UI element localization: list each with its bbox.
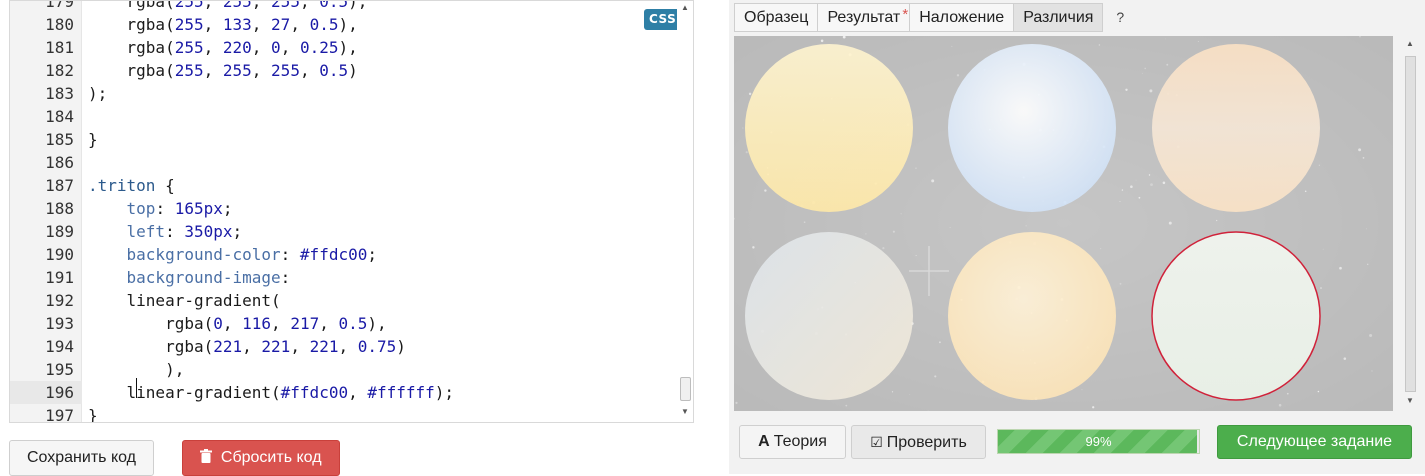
code-line[interactable]: 181 rgba(255, 220, 0, 0.25),: [10, 36, 693, 59]
code-text: .triton {: [88, 176, 175, 195]
code-line[interactable]: 183);: [10, 82, 693, 105]
line-number: 183: [45, 84, 74, 103]
theory-button[interactable]: A Теория: [739, 425, 846, 459]
code-text: background-image:: [126, 268, 291, 287]
preview-scroll-thumb[interactable]: [1405, 56, 1416, 392]
checkbox-icon: ☑: [870, 434, 883, 450]
line-number: 192: [45, 291, 74, 310]
scroll-down-icon[interactable]: ▼: [681, 407, 689, 416]
code-text: );: [88, 84, 108, 103]
code-text: left: 350px;: [126, 222, 243, 241]
code-text: rgba(255, 255, 255, 0.5),: [88, 0, 368, 11]
tab-differences[interactable]: Различия: [1013, 3, 1104, 32]
code-line[interactable]: 189 left: 350px;: [10, 220, 693, 243]
tab-result[interactable]: Результат *: [817, 3, 910, 32]
preview-scrollbar[interactable]: ▲ ▼: [1401, 36, 1419, 411]
code-line[interactable]: 193 rgba(0, 116, 217, 0.5),: [10, 312, 693, 335]
line-number: 181: [45, 38, 74, 57]
line-number: 193: [45, 314, 74, 333]
editor-scroll-thumb[interactable]: [680, 377, 691, 401]
progress-bar: 99%: [997, 429, 1200, 454]
code-line[interactable]: 186: [10, 151, 693, 174]
line-number: 194: [45, 337, 74, 356]
progress-label: 99%: [1085, 434, 1112, 449]
line-number: 189: [45, 222, 74, 241]
asterisk-icon: *: [902, 6, 909, 23]
reset-code-label: Сбросить код: [220, 449, 322, 466]
line-number: 191: [45, 268, 74, 287]
code-line[interactable]: 182 rgba(255, 255, 255, 0.5): [10, 59, 693, 82]
code-line[interactable]: 196 linear-gradient(#ffdc00, #ffffff);: [10, 381, 693, 404]
letter-a-icon: A: [758, 433, 770, 450]
line-number: 180: [45, 15, 74, 34]
code-line[interactable]: 194 rgba(221, 221, 221, 0.75): [10, 335, 693, 358]
line-number: 196: [45, 383, 74, 402]
code-line[interactable]: 179 rgba(255, 255, 255, 0.5),: [10, 0, 693, 13]
next-task-button[interactable]: Следующее задание: [1217, 425, 1412, 459]
code-text: }: [88, 130, 98, 149]
trash-icon: [200, 449, 216, 466]
code-text: linear-gradient(#ffdc00, #ffffff);: [88, 383, 455, 402]
code-line[interactable]: 190 background-color: #ffdc00;: [10, 243, 693, 266]
code-text: rgba(255, 255, 255, 0.5): [88, 61, 358, 80]
code-editor[interactable]: 179 rgba(255, 255, 255, 0.5), 180 rgba(25…: [9, 0, 694, 423]
scroll-down-icon[interactable]: ▼: [1406, 396, 1414, 405]
preview-panel: Образец Результат* Наложение Различия ?: [729, 0, 1425, 474]
code-text: }: [88, 406, 98, 423]
scroll-up-icon[interactable]: ▲: [1406, 39, 1414, 48]
scroll-up-icon[interactable]: ▲: [681, 3, 689, 12]
code-text: rgba(0, 116, 217, 0.5),: [88, 314, 387, 333]
code-text: top: 165px;: [126, 199, 233, 218]
save-code-label: Сохранить код: [26, 449, 136, 466]
line-number: 190: [45, 245, 74, 264]
code-line[interactable]: 184: [10, 105, 693, 128]
line-number: 179: [45, 0, 74, 11]
code-text: rgba(255, 133, 27, 0.5),: [88, 15, 358, 34]
save-code-button[interactable]: Сохранить код: [9, 440, 154, 476]
tab-overlay[interactable]: Наложение: [909, 3, 1014, 32]
css-language-badge: CSS: [644, 9, 682, 30]
line-number: 197: [45, 406, 74, 423]
text-cursor: [136, 378, 137, 398]
line-number: 195: [45, 360, 74, 379]
line-number: 187: [45, 176, 74, 195]
line-number: 184: [45, 107, 74, 126]
line-number: 188: [45, 199, 74, 218]
tab-sample[interactable]: Образец: [734, 3, 818, 32]
code-text: rgba(221, 221, 221, 0.75): [88, 337, 406, 356]
code-text: rgba(255, 220, 0, 0.25),: [88, 38, 358, 57]
code-line[interactable]: 187 .triton {: [10, 174, 693, 197]
code-line[interactable]: 195 ),: [10, 358, 693, 381]
code-line[interactable]: 192 linear-gradient(: [10, 289, 693, 312]
difference-preview: [734, 36, 1393, 411]
code-line[interactable]: 180 rgba(255, 133, 27, 0.5),: [10, 13, 693, 36]
code-text: background-color: #ffdc00;: [126, 245, 377, 264]
line-number: 185: [45, 130, 74, 149]
editor-scrollbar[interactable]: ▲ ▼: [677, 1, 693, 422]
code-text: linear-gradient(: [88, 291, 281, 310]
code-line[interactable]: 191 background-image:: [10, 266, 693, 289]
check-button[interactable]: ☑ Проверить: [851, 425, 986, 459]
line-number: 182: [45, 61, 74, 80]
planets-diff-image: [734, 36, 1393, 411]
view-tabs: Образец Результат * Наложение Различия ?: [734, 3, 1124, 32]
code-line[interactable]: 197}: [10, 404, 693, 423]
reset-code-button[interactable]: Сбросить код: [182, 440, 340, 476]
code-line[interactable]: 185}: [10, 128, 693, 151]
help-button[interactable]: ?: [1116, 3, 1124, 32]
line-number: 186: [45, 153, 74, 172]
code-line[interactable]: 188 top: 165px;: [10, 197, 693, 220]
